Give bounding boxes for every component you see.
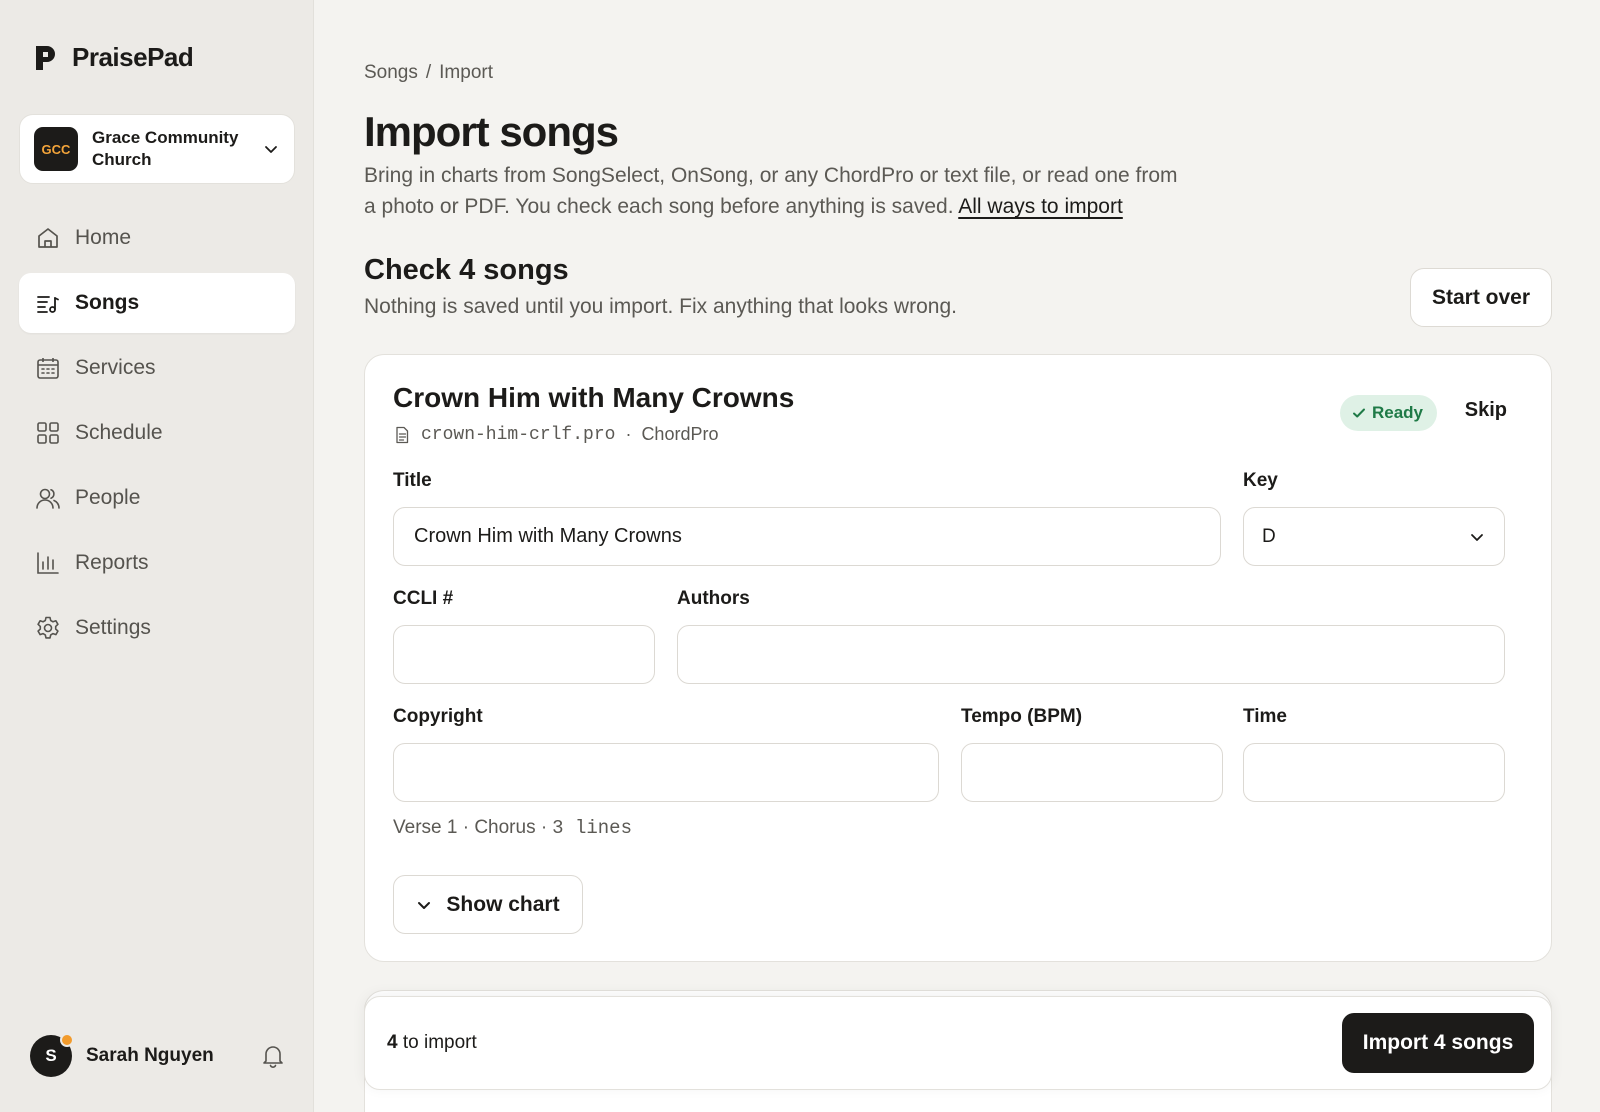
notification-dot [60,1033,74,1047]
import-songs-button[interactable]: Import 4 songs [1342,1013,1534,1073]
tempo-field[interactable] [961,743,1223,802]
bar-chart-icon [37,552,59,574]
praisepad-logo-icon [36,45,55,70]
song-card: Crown Him with Many Crowns crown-him-crl… [364,354,1552,962]
authors-field[interactable] [677,625,1505,684]
nav-label: People [75,486,141,509]
section-list: Verse 1 · Chorus · [393,817,548,838]
org-switcher[interactable]: GCC Grace Community Church [19,114,295,184]
all-ways-link[interactable]: All ways to import [958,195,1123,218]
nav-label: Home [75,226,132,249]
nav-label: Services [75,356,156,379]
org-name: Grace Community Church [92,128,239,169]
nav-label: Reports [75,551,149,574]
review-title: Check 4 songs [364,254,569,286]
song-sections-summary: Verse 1 · Chorus · 3 lines [393,817,632,839]
nav-label: Settings [75,616,151,639]
sidebar: PraisePad GCC Grace Community Church Hom… [0,0,314,1112]
nav-item-schedule[interactable]: Schedule [19,403,295,463]
import-count-number: 4 [387,1032,398,1053]
nav-label: Songs [75,291,140,314]
avatar[interactable]: S [30,1033,74,1077]
import-count: 4 to import [387,1032,477,1054]
title-field[interactable] [393,507,1221,566]
nav-item-services[interactable]: Services [19,338,295,398]
nav-item-people[interactable]: People [19,468,295,528]
title-label: Title [393,470,432,491]
copyright-label: Copyright [393,706,483,727]
song-title: Crown Him with Many Crowns [393,382,795,413]
breadcrumb-separator: / [425,62,432,83]
import-action-bar: 4 to import Import 4 songs [364,996,1552,1090]
status-badge: Ready [1339,395,1437,431]
breadcrumb-songs[interactable]: Songs [364,62,418,84]
breadcrumb: Songs / Import [364,62,493,84]
tempo-label: Tempo (BPM) [961,706,1083,727]
authors-label: Authors [677,588,750,609]
people-icon [36,488,60,509]
ccli-label: CCLI # [393,588,454,609]
gear-icon [37,616,59,639]
time-label: Time [1243,706,1288,727]
app-name: PraisePad [72,42,194,72]
user-name: Sarah Nguyen [86,1045,214,1066]
page-title: Import songs [364,108,619,155]
chevron-down-icon [265,146,277,153]
user-profile[interactable]: S Sarah Nguyen [30,1033,286,1078]
status-text: Ready [1371,403,1423,422]
show-chart-button[interactable]: Show chart [393,875,583,934]
chevron-down-icon [418,901,431,909]
show-chart-label: Show chart [446,892,560,916]
main-nav: Home Songs Services Schedule People Repo… [19,208,295,663]
nav-item-settings[interactable]: Settings [19,598,295,658]
copyright-field[interactable] [393,743,939,802]
bell-icon[interactable] [260,1043,286,1069]
start-over-button[interactable]: Start over [1410,268,1552,327]
time-field[interactable] [1243,743,1505,802]
chevron-down-icon [1471,533,1483,541]
key-select[interactable]: D [1243,507,1505,566]
file-info: crown-him-crlf.pro · ChordPro [393,424,718,445]
nav-item-reports[interactable]: Reports [19,533,295,593]
line-count: 3 lines [552,817,632,839]
file-icon [396,426,409,443]
check-icon [1352,408,1365,418]
file-name: crown-him-crlf.pro [421,424,616,445]
avatar-initial: S [45,1046,57,1065]
nav-item-songs[interactable]: Songs [19,273,295,333]
breadcrumb-current: Import [439,62,494,83]
org-badge: GCC [34,127,78,171]
app-logo[interactable]: PraisePad [34,42,194,73]
file-format: ChordPro [641,424,719,444]
nav-item-home[interactable]: Home [19,208,295,268]
grid-icon [37,422,59,444]
home-icon [38,228,58,248]
page-intro: Bring in charts from SongSelect, OnSong,… [364,160,1194,222]
key-value: D [1262,525,1276,547]
key-label: Key [1243,470,1278,491]
songs-icon [37,296,59,313]
import-count-suffix: to import [402,1032,477,1053]
ccli-field[interactable] [393,625,655,684]
nav-label: Schedule [75,421,163,444]
review-subtitle: Nothing is saved until you import. Fix a… [364,295,957,318]
file-separator: · [625,424,632,444]
skip-button[interactable]: Skip [1465,399,1507,422]
calendar-icon [37,358,59,379]
